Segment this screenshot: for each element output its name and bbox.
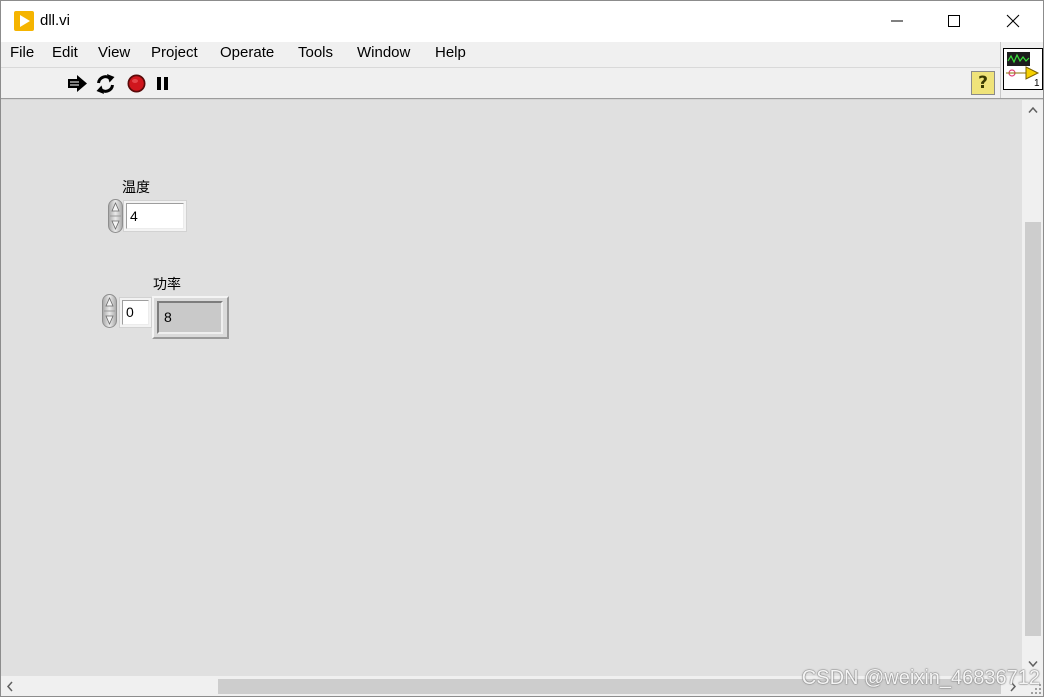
numeric-control-increment-decrement[interactable] [102, 294, 117, 328]
maximize-icon [948, 15, 960, 27]
minimize-button[interactable] [874, 0, 920, 42]
toolbar [0, 67, 1001, 98]
run-button[interactable] [67, 72, 88, 96]
menu-item-operate[interactable]: Operate [220, 44, 274, 62]
close-icon [1006, 14, 1020, 28]
window-title: dll.vi [40, 12, 71, 29]
menu-item-file[interactable]: File [10, 44, 34, 62]
close-button[interactable] [990, 0, 1036, 42]
numeric-control-input[interactable]: 0 [119, 297, 152, 328]
power-indicator: 8 [152, 296, 229, 339]
labview-front-panel-window: dll.vi File Edit View Project Operate To… [0, 0, 1044, 697]
labview-vi-icon[interactable] [14, 11, 34, 31]
temperature-label: 温度 [122, 179, 150, 195]
maximize-button[interactable] [931, 0, 977, 42]
pause-icon [157, 77, 168, 90]
menu-item-tools[interactable]: Tools [298, 44, 333, 62]
context-help-button[interactable]: ? [971, 71, 995, 95]
menu-item-project[interactable]: Project [151, 44, 198, 62]
menu-item-view[interactable]: View [98, 44, 130, 62]
power-indicator-value: 8 [157, 301, 223, 334]
numeric-control-value[interactable]: 0 [122, 300, 149, 325]
chevron-up-icon[interactable] [1028, 106, 1038, 114]
run-continuously-button[interactable] [95, 72, 116, 96]
vertical-scroll-thumb[interactable] [1025, 222, 1041, 636]
context-help-icon: ? [978, 73, 988, 93]
menu-item-window[interactable]: Window [357, 44, 410, 62]
temperature-increment-decrement[interactable] [108, 199, 123, 233]
abort-execution-icon [127, 74, 146, 93]
menu-item-edit[interactable]: Edit [52, 44, 78, 62]
vi-connector-pane-icon[interactable]: 1 [1003, 48, 1043, 90]
abort-execution-button[interactable] [126, 72, 147, 96]
temperature-value[interactable]: 4 [126, 203, 184, 229]
run-arrow-icon [68, 75, 87, 92]
vi-icon-number: 1 [1034, 78, 1040, 89]
menu-item-help[interactable]: Help [435, 44, 466, 62]
power-label: 功率 [153, 276, 181, 292]
pause-button[interactable] [156, 72, 170, 96]
run-continuously-icon [96, 74, 115, 94]
minimize-icon [891, 20, 903, 22]
front-panel [0, 100, 1022, 676]
chevron-left-icon[interactable] [6, 681, 14, 692]
watermark: CSDN @weixin_46836712 [801, 667, 1040, 689]
temperature-input[interactable]: 4 [123, 200, 187, 232]
